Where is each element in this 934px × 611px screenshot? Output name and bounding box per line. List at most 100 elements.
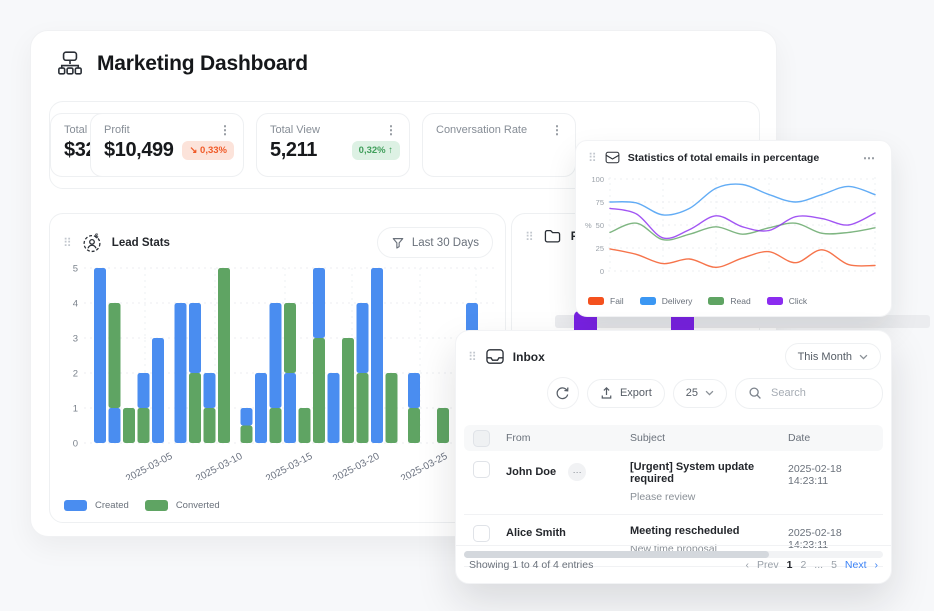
created-swatch: [64, 500, 87, 511]
subject-preview: Please review: [630, 491, 788, 503]
column-header-subject: Subject: [630, 432, 788, 444]
svg-text:2025-03-20: 2025-03-20: [331, 451, 382, 480]
sender-name: Alice Smith: [506, 527, 566, 539]
legend-item-delivery: Delivery: [640, 296, 693, 306]
search-box[interactable]: [735, 378, 883, 409]
drag-handle-icon[interactable]: ⠿: [63, 237, 72, 249]
stat-title: Conversation Rate: [436, 124, 527, 136]
pagination-item[interactable]: 5: [831, 559, 837, 571]
stat-menu-button[interactable]: ⋮: [215, 124, 235, 136]
pagination-current-page[interactable]: 1: [787, 559, 793, 571]
drag-handle-icon[interactable]: ⠿: [588, 152, 597, 164]
export-label: Export: [620, 387, 652, 399]
column-header-from: From: [506, 432, 630, 444]
email-stats-menu-button[interactable]: ⋯: [859, 152, 879, 164]
page-size-value: 25: [686, 387, 698, 399]
export-button[interactable]: Export: [587, 379, 665, 408]
subject-text: Meeting rescheduled: [630, 525, 788, 537]
stat-card-total-view: Total View⋮5,2110,32% ↑: [256, 113, 410, 177]
legend-label: Delivery: [662, 296, 693, 306]
dashboard-header: Marketing Dashboard: [55, 49, 308, 79]
period-filter-label: This Month: [798, 351, 852, 363]
row-checkbox[interactable]: [473, 525, 490, 542]
stat-card-profit: Profit⋮$10,499↘ 0,33%: [90, 113, 244, 177]
pagination-prev[interactable]: ‹: [746, 559, 750, 571]
page-title: Marketing Dashboard: [97, 52, 308, 76]
stat-card-conversation-rate: Conversation Rate ⋮: [422, 113, 576, 177]
email-stats-header: ⠿ Statistics of total emails in percenta…: [576, 141, 891, 164]
svg-text:5: 5: [73, 264, 78, 275]
legend-item-created: Created: [64, 500, 129, 511]
stat-card-top: Profit⋮: [91, 114, 243, 136]
email-stats-legend: Fail Delivery Read Click: [588, 296, 807, 306]
export-icon: [600, 386, 613, 400]
svg-text:50: 50: [596, 221, 604, 230]
chevron-down-icon: [859, 354, 868, 360]
svg-text:100: 100: [591, 175, 604, 184]
page-size-select[interactable]: 25: [673, 379, 727, 408]
drag-handle-icon[interactable]: ⠿: [525, 231, 534, 243]
pagination-prev[interactable]: Prev: [757, 559, 779, 571]
email-stats-line-chart: 0255075100%: [580, 171, 888, 283]
inbox-toolbar: Export 25: [547, 377, 883, 409]
select-all-checkbox[interactable]: [473, 430, 490, 447]
stat-menu-button[interactable]: ⋮: [547, 124, 567, 136]
legend-label: Converted: [176, 500, 220, 511]
chevron-down-icon: [705, 390, 714, 396]
legend-label: Created: [95, 500, 129, 511]
refresh-button[interactable]: [547, 377, 579, 409]
legend-item-read: Read: [708, 296, 750, 306]
pagination-item[interactable]: 2: [800, 559, 806, 571]
date-cell: 2025-02-18 14:23:11: [788, 461, 883, 487]
from-cell: Alice Smith: [506, 525, 630, 539]
legend-label: Click: [789, 296, 807, 306]
converted-swatch: [145, 500, 168, 511]
stat-menu-button[interactable]: ⋮: [381, 124, 401, 136]
refresh-icon: [555, 386, 570, 401]
stat-value-row: $10,499↘ 0,33%: [91, 136, 243, 162]
inbox-table-header: From Subject Date: [464, 425, 883, 451]
sitemap-icon: [55, 49, 85, 79]
stat-value: $10,499: [104, 139, 174, 162]
stat-value: 5,211: [270, 139, 317, 162]
inbox-footer: Showing 1 to 4 of 4 entries ‹ Prev 12... 5N…: [456, 545, 891, 583]
entries-summary: Showing 1 to 4 of 4 entries: [469, 559, 593, 571]
date-range-filter-label: Last 30 Days: [412, 237, 479, 249]
drag-handle-icon[interactable]: ⠿: [468, 351, 477, 363]
pagination-item[interactable]: ...: [814, 559, 823, 571]
svg-text:2025-03-25: 2025-03-25: [399, 451, 450, 480]
svg-text:4: 4: [73, 299, 78, 310]
table-row[interactable]: John Doe⋯[Urgent] System update required…: [464, 451, 883, 515]
fail-swatch: [588, 297, 604, 305]
column-header-date: Date: [788, 432, 883, 444]
svg-text:3: 3: [73, 334, 78, 345]
mail-icon: [605, 151, 620, 164]
row-checkbox[interactable]: [473, 461, 490, 478]
legend-item-fail: Fail: [588, 296, 624, 306]
email-stats-card: ⠿ Statistics of total emails in percenta…: [575, 140, 892, 317]
inbox-card: ⠿ Inbox This Month Exp: [455, 330, 892, 584]
legend-item-converted: Converted: [145, 500, 220, 511]
pagination-next[interactable]: Next: [845, 559, 867, 571]
email-stats-title: Statistics of total emails in percentage: [628, 152, 819, 164]
search-input[interactable]: [769, 386, 853, 400]
dashboard-page: Marketing Dashboard ⠿ Total Income⋮$32,4…: [0, 0, 934, 611]
sender-name: John Doe: [506, 466, 556, 478]
legend-label: Read: [730, 296, 750, 306]
pagination-next[interactable]: ›: [875, 559, 879, 571]
period-filter-button[interactable]: This Month: [785, 343, 881, 370]
inbox-icon: [485, 348, 505, 365]
svg-text:2025-03-15: 2025-03-15: [264, 451, 315, 480]
svg-text:0: 0: [600, 267, 604, 276]
inbox-header: ⠿ Inbox This Month: [456, 331, 891, 370]
svg-text:75: 75: [596, 198, 604, 207]
read-swatch: [708, 297, 724, 305]
row-menu-button[interactable]: ⋯: [568, 463, 586, 481]
click-swatch: [767, 297, 783, 305]
svg-text:%: %: [585, 221, 592, 230]
inbox-title: Inbox: [513, 350, 545, 364]
date-range-filter-button[interactable]: Last 30 Days: [377, 227, 493, 258]
legend-label: Fail: [610, 296, 624, 306]
folder-icon: [543, 227, 562, 246]
stat-card-top: Conversation Rate ⋮: [423, 114, 575, 136]
